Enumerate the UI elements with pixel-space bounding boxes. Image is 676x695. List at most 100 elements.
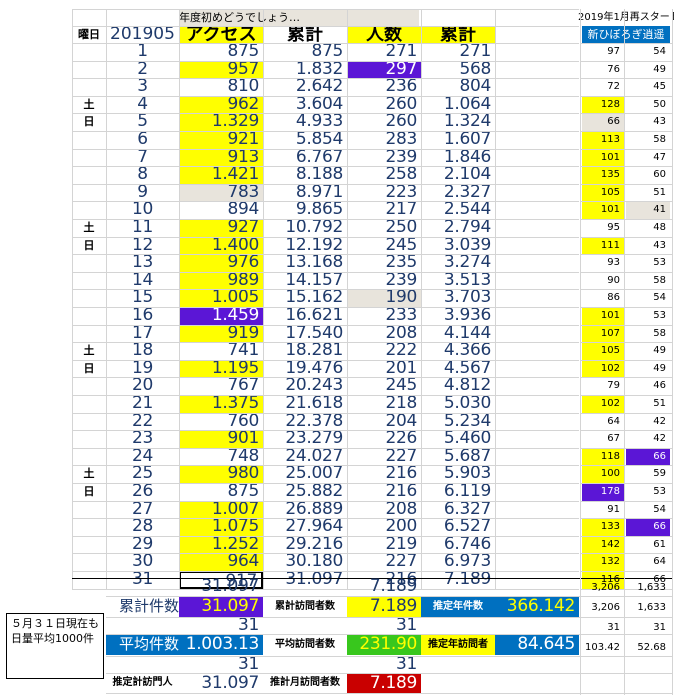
blog-access-cell: 93 — [607, 257, 620, 269]
grid-line — [106, 9, 107, 589]
grid-line — [580, 500, 672, 502]
day-cell: 12 — [131, 236, 154, 255]
visitors-cell: 260 — [385, 113, 417, 131]
cum-visitors-cell: 5.903 — [443, 465, 491, 483]
grid-line — [72, 518, 579, 520]
day-cell: 21 — [131, 395, 154, 413]
blog-access-cell: 128 — [582, 95, 624, 114]
access-cell: 1.195 — [179, 359, 263, 378]
access-cell: 919 — [179, 324, 263, 343]
spreadsheet: 年度初めどうでしょう… 2019年1月再スタート 新ひぼろぎ逍遥 曜日 201905 アク… — [0, 0, 676, 695]
days-count: 31 — [237, 617, 259, 634]
access-cell: 1.400 — [179, 236, 263, 255]
access-cell: 748 — [227, 447, 259, 466]
day-cell: 8 — [137, 166, 148, 184]
grid-line — [580, 553, 672, 555]
blog-visitors-cell: 50 — [653, 98, 666, 110]
blog-access-cell: 105 — [582, 183, 624, 202]
avg-visitors-value: 231.90 — [347, 634, 421, 655]
grid-line — [580, 254, 672, 256]
total-access-label: 累計件数 — [118, 597, 179, 615]
days-count-3: 31 — [237, 656, 259, 673]
visitors-cell: 233 — [385, 307, 417, 325]
grid-line — [106, 596, 672, 597]
grid-line — [580, 342, 672, 344]
cum-visitors-cell: 804 — [459, 78, 491, 96]
grid-line — [72, 483, 579, 484]
day-cell: 2 — [137, 60, 148, 79]
day-cell: 13 — [131, 254, 154, 272]
grid-line — [580, 131, 672, 132]
grid-line — [580, 412, 672, 414]
blog-visitors-cell: 48 — [653, 222, 666, 233]
grid-line — [72, 201, 579, 203]
grid-line — [672, 9, 673, 589]
visitors-cell: 245 — [385, 377, 417, 395]
access-cell: 901 — [179, 430, 263, 448]
grid-line — [580, 377, 672, 379]
grid-line — [72, 307, 579, 308]
blog-visitors-cell: 66 — [626, 518, 670, 536]
cum-visitors-cell: 3.936 — [443, 307, 491, 325]
cum-access-cell: 25.007 — [285, 465, 343, 483]
visitors-cell: 216 — [385, 465, 417, 483]
grid-line — [72, 254, 579, 256]
blog-visitors-cell: 42 — [653, 415, 666, 427]
weekday-cell — [72, 553, 106, 571]
right-avg-b: 52.68 — [637, 642, 666, 653]
access-cell: 1.459 — [179, 307, 263, 325]
grid-line — [421, 9, 422, 589]
cum-visitors-cell: 4.144 — [443, 324, 491, 343]
grid-line — [580, 324, 672, 326]
grid-line — [72, 26, 579, 27]
cum-access-cell: 26.889 — [285, 500, 343, 519]
cum-access-cell: 5.854 — [295, 131, 343, 149]
blog-access-cell: 133 — [582, 518, 624, 536]
header-cum-access: 累計 — [287, 26, 323, 43]
access-cell: 1.329 — [179, 113, 263, 131]
access-cell: 1.007 — [179, 500, 263, 519]
grid-line — [580, 571, 672, 572]
cum-access-cell: 18.281 — [285, 342, 343, 360]
cum-access-cell: 9.865 — [295, 201, 343, 219]
grid-line — [179, 9, 180, 589]
weekday-cell: 土 — [83, 221, 95, 234]
header-visitors: 人数 — [347, 26, 421, 43]
visitors-cell: 297 — [347, 60, 421, 79]
access-cell: 1.375 — [179, 395, 263, 413]
access-cell: 964 — [179, 553, 263, 571]
weekday-cell — [72, 166, 106, 184]
blog-visitors-cell: 42 — [653, 433, 666, 445]
visitors-cell: 201 — [385, 359, 417, 378]
cum-visitors-cell: 2.794 — [443, 219, 491, 237]
cum-access-cell: 30.180 — [285, 553, 343, 571]
visitors-cell: 235 — [385, 254, 417, 272]
day-cell: 7 — [137, 148, 148, 167]
visitors-cell: 200 — [385, 518, 417, 536]
cum-visitors-cell: 6.746 — [443, 535, 491, 554]
grid-line — [580, 201, 672, 203]
right-sum-1a: 3,206 — [591, 582, 620, 593]
cum-visitors-cell: 3.274 — [443, 254, 491, 272]
est-month-visitors-label: 推計月訪問者数 — [270, 677, 340, 688]
blog-visitors-cell: 54 — [653, 292, 666, 304]
est-month-label: 推定計訪門人 — [112, 677, 173, 688]
blog-visitors-cell: 59 — [653, 468, 666, 480]
day-cell: 9 — [137, 183, 148, 202]
weekday-cell — [72, 395, 106, 413]
right-sum-2b: 1,633 — [637, 602, 666, 613]
grid-line — [72, 289, 579, 291]
access-cell: 783 — [179, 183, 263, 202]
blog-access-cell: 97 — [607, 46, 620, 57]
blog-visitors-cell: 60 — [653, 169, 666, 181]
visitors-cell: 250 — [385, 219, 417, 237]
day-cell: 4 — [137, 95, 148, 114]
visitors-cell: 204 — [385, 412, 417, 431]
weekday-cell — [72, 272, 106, 290]
blog-access-cell: 142 — [582, 535, 624, 554]
callout-note: ５月３１日現在も日量平均1000件 — [6, 613, 104, 679]
cum-visitors-cell: 3.703 — [443, 289, 491, 307]
cum-visitors-cell: 3.039 — [443, 236, 491, 255]
grid-line — [72, 43, 579, 44]
grid-line — [72, 324, 579, 326]
